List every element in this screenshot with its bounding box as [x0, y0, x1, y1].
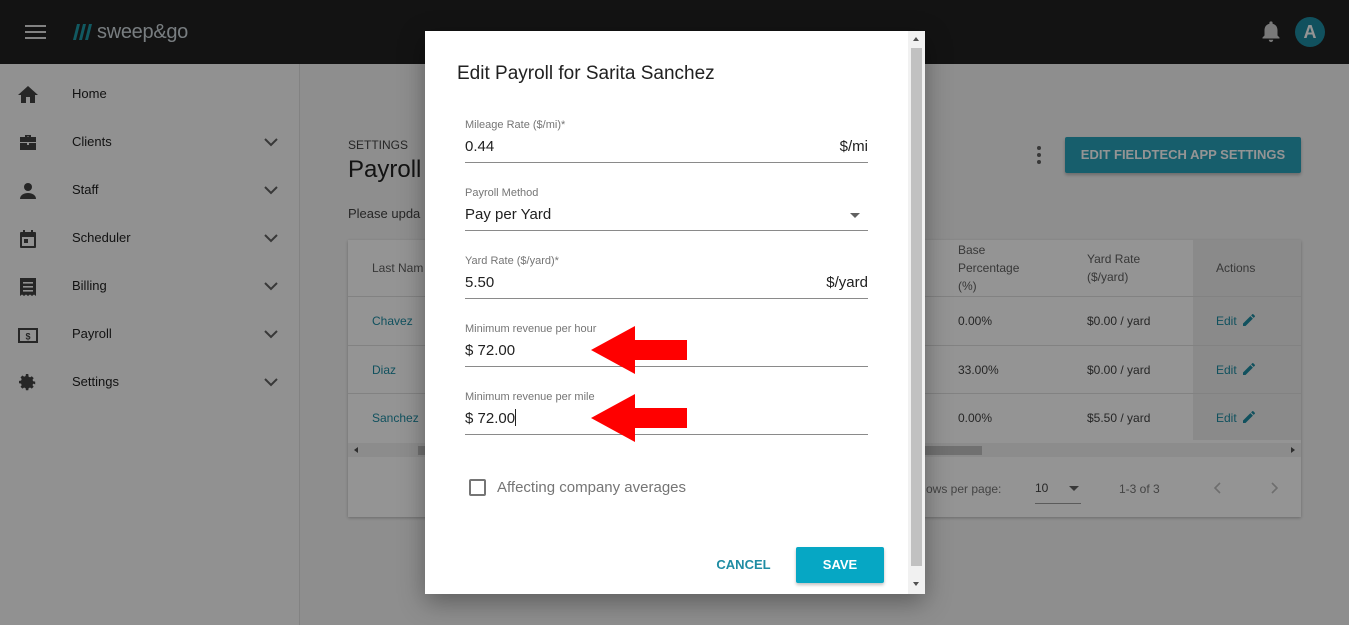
mileage-rate-field[interactable]: Mileage Rate ($/mi)* 0.44 $/mi [465, 119, 868, 163]
field-label: Minimum revenue per mile [465, 391, 595, 403]
scroll-down-icon[interactable] [913, 582, 919, 586]
affecting-averages-checkbox[interactable] [469, 479, 486, 496]
red-arrow-annotation-icon [591, 326, 687, 374]
yard-rate-field[interactable]: Yard Rate ($/yard)* 5.50 $/yard [465, 255, 868, 299]
field-value-wrapper: $ 72.00 [465, 409, 517, 427]
field-value: $ 72.00 [465, 342, 516, 359]
dialog-title: Edit Payroll for Sarita Sanchez [457, 63, 715, 84]
red-arrow-annotation-icon [591, 394, 687, 442]
field-value: 5.50 [465, 274, 495, 291]
field-label: Yard Rate ($/yard)* [465, 255, 559, 267]
field-value: 0.44 [465, 138, 495, 155]
save-button[interactable]: SAVE [796, 547, 884, 583]
field-label: Mileage Rate ($/mi)* [465, 119, 566, 131]
checkbox-label[interactable]: Affecting company averages [497, 479, 686, 496]
field-value: $ 72.00 [465, 410, 516, 427]
field-label: Payroll Method [465, 187, 539, 199]
cancel-button[interactable]: CANCEL [705, 547, 782, 583]
field-suffix: $/yard [826, 274, 868, 291]
dialog-scrollbar[interactable] [908, 31, 925, 594]
scroll-up-icon[interactable] [913, 37, 919, 41]
field-suffix: $/mi [839, 138, 868, 155]
scrollbar-thumb[interactable] [911, 48, 922, 566]
field-value: Pay per Yard [465, 206, 552, 223]
payroll-method-select[interactable]: Payroll Method Pay per Yard [465, 187, 868, 231]
dropdown-caret-icon [850, 213, 860, 218]
field-label: Minimum revenue per hour [465, 323, 597, 335]
text-cursor [515, 409, 517, 427]
edit-payroll-dialog: Edit Payroll for Sarita Sanchez Mileage … [425, 31, 925, 594]
